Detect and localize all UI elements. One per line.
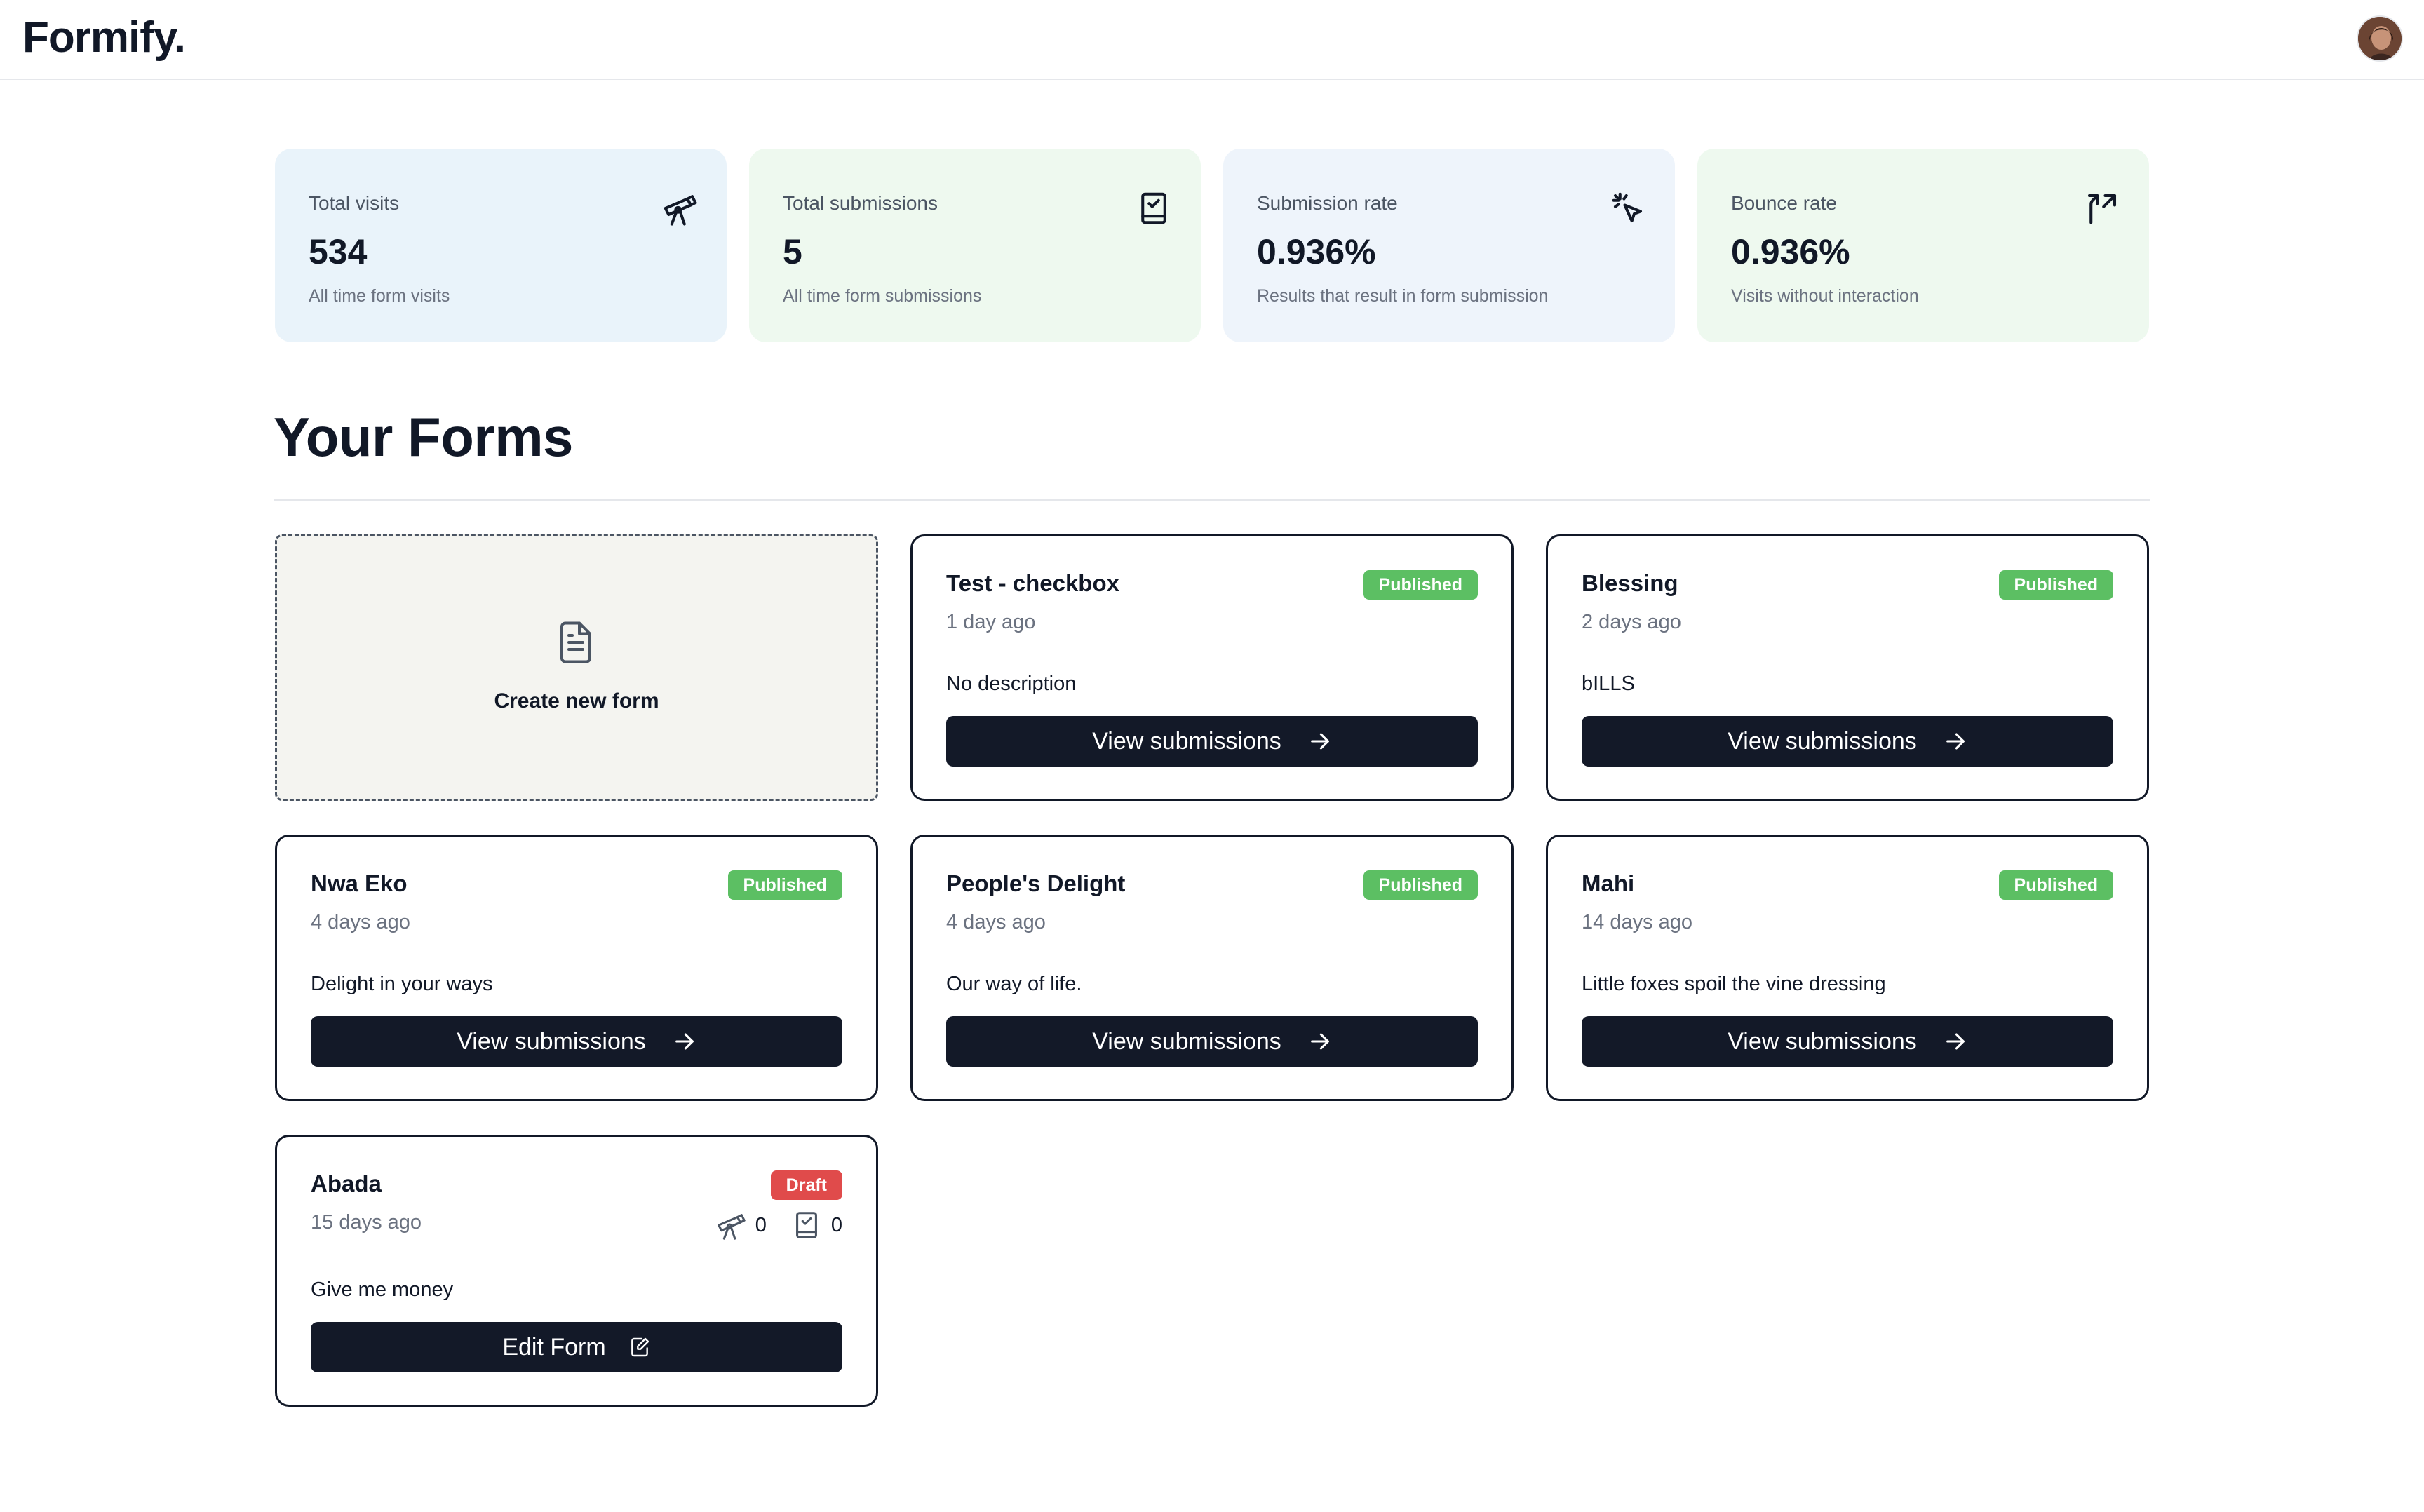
- section-divider: [274, 499, 2150, 501]
- create-new-form-button[interactable]: Create new form: [275, 534, 878, 801]
- button-label: View submissions: [1728, 727, 1917, 755]
- form-title: Abada: [311, 1170, 382, 1196]
- arrow-right-icon: [1946, 733, 1965, 750]
- cursor-click-icon: [1612, 192, 1643, 223]
- form-title: Blessing: [1582, 570, 1678, 596]
- stat-help: All time form visits: [309, 286, 450, 306]
- form-stats: 0 0: [715, 1208, 842, 1242]
- your-forms-heading: Your Forms: [274, 406, 573, 468]
- form-title: Nwa Eko: [311, 870, 408, 896]
- form-description: bILLS: [1582, 673, 1635, 695]
- stat-help: All time form submissions: [783, 286, 982, 306]
- form-time: 1 day ago: [946, 611, 1036, 633]
- file-text-icon: [560, 621, 591, 663]
- book-check-icon: [795, 1212, 817, 1238]
- stat-card-submission-rate: Submission rate 0.936% Results that resu…: [1223, 149, 1675, 342]
- stat-card-bounce-rate: Bounce rate 0.936% Visits without intera…: [1697, 149, 2149, 342]
- button-label: View submissions: [1728, 1027, 1917, 1055]
- view-submissions-button[interactable]: View submissions: [1582, 716, 2113, 767]
- stat-card-total-submissions: Total submissions 5 All time form submis…: [749, 149, 1201, 342]
- form-time: 4 days ago: [311, 911, 410, 933]
- form-card-abada: Abada Draft 15 days ago 0 0 Give me mone…: [275, 1135, 878, 1407]
- user-avatar[interactable]: [2357, 15, 2403, 62]
- create-new-form-label: Create new form: [494, 689, 659, 713]
- telescope-icon: [717, 1214, 746, 1240]
- button-label: View submissions: [1092, 1027, 1281, 1055]
- book-check-icon: [1141, 192, 1166, 224]
- button-label: View submissions: [1092, 727, 1281, 755]
- stat-help: Visits without interaction: [1731, 286, 1919, 306]
- stat-value: 534: [309, 232, 368, 271]
- form-description: No description: [946, 673, 1077, 695]
- form-card-test-checkbox: Test - checkbox Published 1 day ago No d…: [910, 534, 1514, 801]
- form-title: Mahi: [1582, 870, 1635, 896]
- edit-form-button[interactable]: Edit Form: [311, 1322, 842, 1372]
- form-time: 4 days ago: [946, 911, 1046, 933]
- arrow-right-icon: [675, 1033, 694, 1050]
- telescope-icon: [664, 195, 697, 226]
- view-submissions-button[interactable]: View submissions: [1582, 1016, 2113, 1067]
- form-description: Our way of life.: [946, 973, 1082, 995]
- form-card-blessing: Blessing Published 2 days ago bILLS View…: [1546, 534, 2149, 801]
- form-title: Test - checkbox: [946, 570, 1119, 596]
- form-title: People's Delight: [946, 870, 1126, 896]
- arrow-right-icon: [1310, 1033, 1329, 1050]
- stat-help: Results that result in form submission: [1257, 286, 1549, 306]
- status-badge: Published: [1998, 570, 2113, 600]
- status-badge: Published: [1998, 870, 2113, 900]
- stat-value: 5: [783, 232, 802, 271]
- stat-label: Total submissions: [783, 192, 938, 214]
- form-description: Give me money: [311, 1278, 454, 1301]
- form-time: 14 days ago: [1582, 911, 1693, 933]
- top-navbar: Formify.: [0, 0, 2424, 80]
- status-badge: Draft: [770, 1170, 842, 1200]
- status-badge: Published: [1363, 870, 1478, 900]
- form-description: Little foxes spoil the vine dressing: [1582, 973, 1886, 995]
- view-submissions-button[interactable]: View submissions: [311, 1016, 842, 1067]
- stat-label: Total visits: [309, 192, 400, 214]
- status-badge: Published: [727, 870, 842, 900]
- form-time: 15 days ago: [311, 1211, 422, 1234]
- stat-label: Bounce rate: [1731, 192, 1837, 214]
- status-badge: Published: [1363, 570, 1478, 600]
- form-card-mahi: Mahi Published 14 days ago Little foxes …: [1546, 835, 2149, 1101]
- form-description: Delight in your ways: [311, 973, 493, 995]
- form-time: 2 days ago: [1582, 611, 1681, 633]
- stat-value: 0.936%: [1257, 232, 1376, 271]
- button-label: Edit Form: [502, 1333, 606, 1361]
- view-submissions-button[interactable]: View submissions: [946, 716, 1478, 767]
- split-arrow-icon: [2087, 194, 2117, 224]
- visits-count: 0: [755, 1213, 767, 1236]
- stat-value: 0.936%: [1731, 232, 1850, 271]
- stat-label: Submission rate: [1257, 192, 1398, 214]
- app-logo[interactable]: Formify.: [22, 13, 186, 62]
- stat-card-total-visits: Total visits 534 All time form visits: [275, 149, 727, 342]
- submissions-count: 0: [830, 1213, 842, 1236]
- arrow-right-icon: [1946, 1033, 1965, 1050]
- arrow-right-icon: [1310, 733, 1329, 750]
- form-card-peoples-delight: People's Delight Published 4 days ago Ou…: [910, 835, 1514, 1101]
- button-label: View submissions: [457, 1027, 646, 1055]
- form-card-nwa-eko: Nwa Eko Published 4 days ago Delight in …: [275, 835, 878, 1101]
- view-submissions-button[interactable]: View submissions: [946, 1016, 1478, 1067]
- edit-file-icon: [631, 1337, 649, 1357]
